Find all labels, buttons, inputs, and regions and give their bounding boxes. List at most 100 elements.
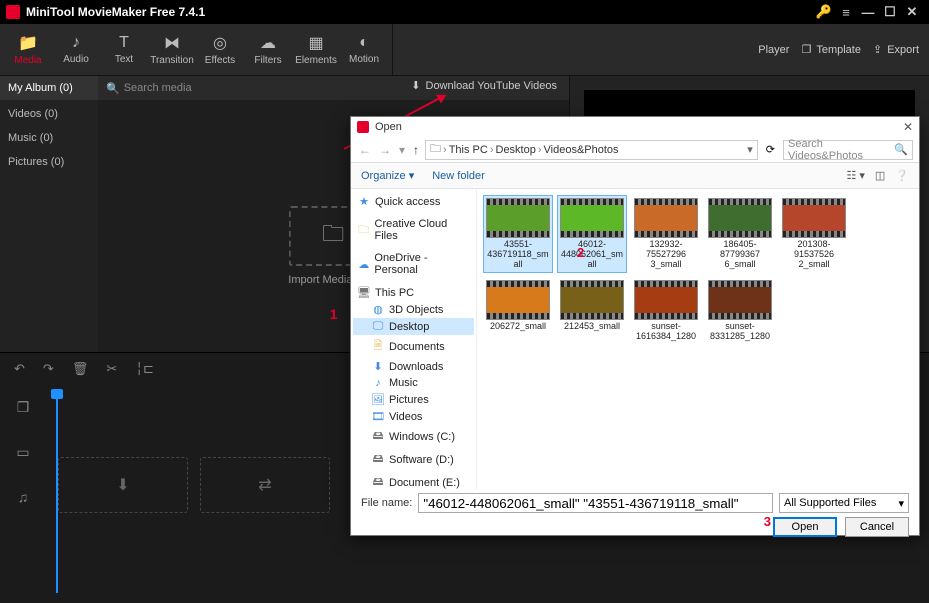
tree-drive-d[interactable]: 🖴Software (D:) [353,448,474,471]
tree-documents[interactable]: 🗎Documents [353,335,474,358]
file-item[interactable]: sunset-8331285_1280 [705,277,775,345]
add-clip-icon: ⬇ [116,475,129,495]
file-item[interactable]: 132932-75527296 3_small [631,195,701,273]
new-folder-button[interactable]: New folder [432,170,485,182]
nav-recent-button[interactable]: ▾ [397,143,407,157]
license-key-icon[interactable]: 🔑 [813,1,835,23]
tab-text[interactable]: TText [100,24,148,75]
filename-label: File name: [361,497,412,509]
dialog-close-button[interactable]: ✕ [903,120,913,134]
nav-forward-button[interactable]: → [377,143,393,157]
file-type-filter[interactable]: All Supported Files▾ [779,493,909,513]
file-item[interactable]: 206272_small [483,277,553,345]
close-button[interactable]: ✕ [901,1,923,23]
tree-this-pc[interactable]: 🖥This PC [353,284,474,301]
tree-3d-objects[interactable]: ◍3D Objects [353,301,474,318]
file-item[interactable]: 46012-448062061_small [557,195,627,273]
cube-icon: ◍ [371,303,385,316]
tree-downloads[interactable]: ⬇Downloads [353,358,474,375]
file-item[interactable]: 201308-91537526 2_small [779,195,849,273]
refresh-button[interactable]: ⟳ [762,143,779,156]
help-button[interactable]: ❔ [895,169,909,182]
sidebar-item-videos[interactable]: Videos (0) [8,108,90,120]
file-name: 201308-91537526 2_small [782,240,846,270]
maximize-button[interactable]: ☐ [879,1,901,23]
tab-motion[interactable]: ◐Motion [340,24,388,75]
file-name: 43551-436719118_small [486,240,550,270]
sidebar-item-music[interactable]: Music (0) [8,132,90,144]
tree-drive-e[interactable]: 🖴Document (E:) [353,471,474,489]
filename-input[interactable] [418,493,773,513]
audio-track-icon[interactable]: ♫ [18,489,29,505]
file-name: 46012-448062061_small [560,240,624,270]
file-thumbnail [708,198,772,238]
pc-icon: 🖥 [357,286,371,299]
annotation-1: 1 [330,306,338,322]
folder-icon: 🗀 [322,217,344,255]
file-item[interactable]: sunset-1616384_1280 [631,277,701,345]
filters-icon: ☁ [260,33,276,53]
tree-onedrive[interactable]: ☁OneDrive - Personal [353,250,474,278]
tab-filters[interactable]: ☁Filters [244,24,292,75]
dialog-search-input[interactable]: Search Videos&Photos 🔍 [783,140,913,160]
cancel-button[interactable]: Cancel [845,517,909,537]
cut-button[interactable]: ✂ [106,361,117,377]
nav-up-button[interactable]: ↑ [411,143,421,157]
chevron-down-icon[interactable]: ▾ [747,143,753,156]
track-clip-placeholder[interactable]: ⇄ [200,457,330,513]
tab-transition[interactable]: ⧓Transition [148,24,196,75]
file-name: sunset-1616384_1280 [634,322,698,342]
file-item[interactable]: 186405-87799367 6_small [705,195,775,273]
audio-icon: ♪ [72,34,80,52]
file-grid[interactable]: 43551-436719118_small 46012-448062061_sma… [477,189,919,489]
view-mode-button[interactable]: ☷ ▾ [846,169,864,182]
file-thumbnail [708,280,772,320]
tree-pictures[interactable]: 🖼Pictures [353,391,474,408]
split-button[interactable]: ╎⊏ [135,361,154,377]
star-icon: ★ [357,195,371,208]
preview-pane-button[interactable]: ◫ [875,169,885,182]
minimize-button[interactable]: — [857,1,879,23]
breadcrumb[interactable]: 🗀 › This PC › Desktop › Videos&Photos ▾ [425,140,758,160]
folder-tree[interactable]: ★Quick access 🗀Creative Cloud Files ☁One… [351,189,477,489]
tree-drive-c[interactable]: 🖴Windows (C:) [353,425,474,448]
disk-icon: 🖴 [371,473,385,489]
motion-icon: ◐ [359,34,369,52]
tree-music[interactable]: ♪Music [353,375,474,391]
tree-videos[interactable]: 🎞Videos [353,408,474,425]
video-track-icon[interactable]: ▭ [16,444,29,461]
tab-effects[interactable]: ◎Effects [196,24,244,75]
sidebar-album-tab[interactable]: My Album (0) [0,76,98,100]
search-media-input[interactable]: Search media [124,82,192,94]
overlay-track-icon[interactable]: ❐ [17,399,30,416]
documents-icon: 🗎 [371,337,385,356]
nav-back-button[interactable]: ← [357,143,373,157]
tab-audio[interactable]: ♪Audio [52,24,100,75]
folder-icon: 📁 [18,33,38,53]
tab-elements[interactable]: ▦Elements [292,24,340,75]
export-icon: ⇪ [873,43,882,56]
text-icon: T [119,34,129,52]
redo-button[interactable]: ↷ [43,361,54,377]
delete-button[interactable]: 🗑 [72,361,89,377]
sidebar-item-pictures[interactable]: Pictures (0) [8,156,90,168]
tree-desktop[interactable]: 🖵Desktop [353,318,474,335]
export-button[interactable]: ⇪Export [873,43,919,56]
tree-quick-access[interactable]: ★Quick access [353,193,474,210]
playhead[interactable] [56,393,58,593]
file-item[interactable]: 212453_small [557,277,627,345]
file-name: 132932-75527296 3_small [634,240,698,270]
tab-media[interactable]: 📁Media [4,24,52,75]
organize-button[interactable]: Organize ▾ [361,169,414,182]
template-icon: ❐ [801,43,811,56]
file-item[interactable]: 43551-436719118_small [483,195,553,273]
file-name: 186405-87799367 6_small [708,240,772,270]
app-logo-icon [6,5,20,19]
download-youtube-button[interactable]: ⬇ Download YouTube Videos [411,79,557,92]
menu-icon[interactable]: ≡ [835,1,857,23]
template-button[interactable]: ❐Template [801,43,861,56]
track-clip-placeholder[interactable]: ⬇ [58,457,188,513]
tree-creative-cloud[interactable]: 🗀Creative Cloud Files [353,216,474,244]
open-button[interactable]: Open [773,517,837,537]
undo-button[interactable]: ↶ [14,361,25,377]
